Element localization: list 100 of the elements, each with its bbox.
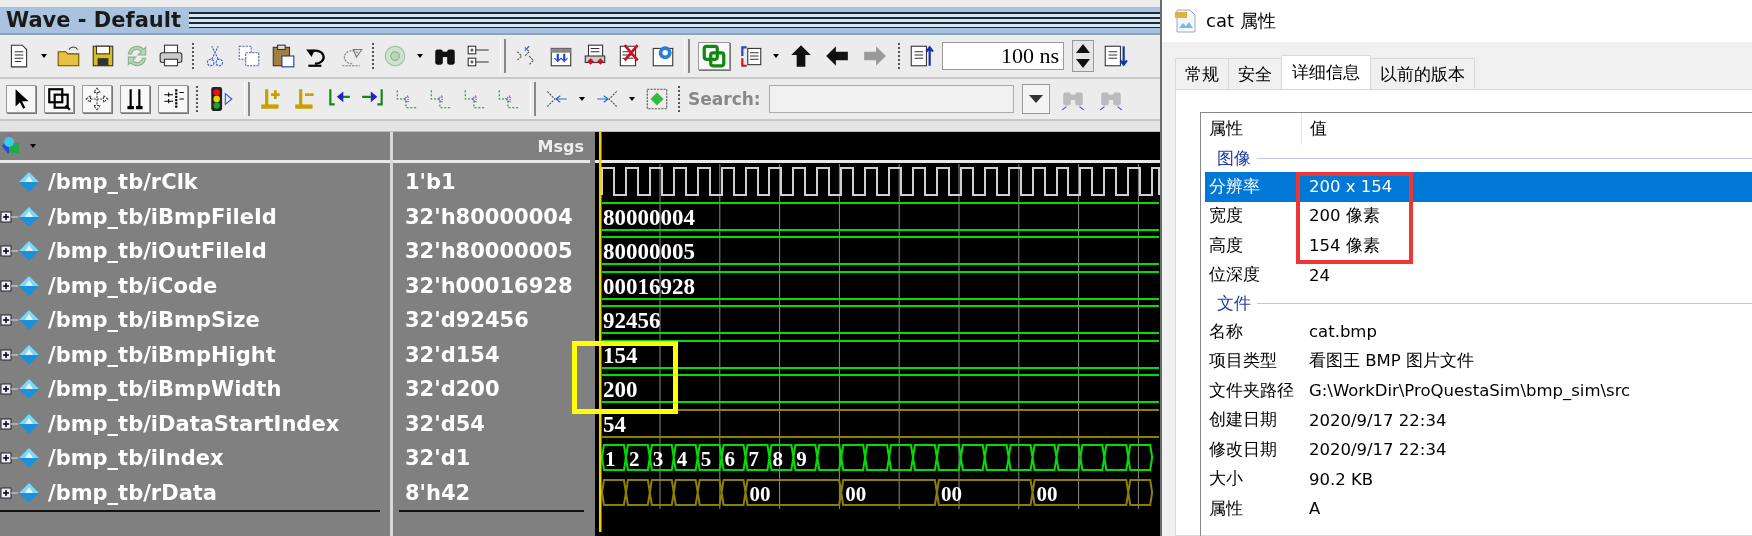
search-field[interactable] [768, 84, 1014, 113]
signal-icon [18, 481, 40, 504]
property-name: 位深度 [1208, 264, 1261, 287]
wave-value: 1 [605, 447, 616, 471]
signal-icon [18, 205, 40, 228]
wave-value: 5 [700, 447, 712, 471]
wave-value: 00 [845, 482, 867, 506]
signal-value: 32'h00016928 [405, 273, 573, 298]
column-header[interactable]: 属性 [1205, 113, 1302, 145]
signal-name[interactable]: /bmp_tb/iBmpFileId [48, 204, 277, 229]
wave-value: 00016928 [603, 274, 695, 299]
pointer-icon[interactable] [6, 84, 36, 113]
signal-value: 32'h80000004 [405, 204, 573, 229]
property-name: 修改日期 [1208, 438, 1278, 461]
wave-value: 3 [652, 447, 664, 471]
property-value: A [1308, 499, 1321, 519]
sort-icon[interactable] [738, 43, 764, 70]
property-value: 200 像素 [1308, 205, 1380, 228]
signal-value: 32'd154 [405, 342, 500, 367]
cursor-line[interactable] [599, 132, 602, 532]
signal-value: 1'b1 [405, 170, 456, 195]
property-name: 名称 [1208, 320, 1244, 343]
signal-icon [18, 378, 40, 401]
signal-value: 32'd54 [405, 411, 485, 436]
signal-name[interactable]: /bmp_tb/iBmpWidth [48, 377, 282, 402]
tab[interactable]: 常规 [1175, 58, 1229, 89]
signal-name[interactable]: /bmp_tb/iBmpHight [48, 342, 276, 367]
wave-value: 00 [940, 482, 962, 506]
signal-value: 32'h80000005 [405, 239, 573, 264]
tab[interactable]: 详细信息 [1281, 55, 1371, 89]
dropdown-button[interactable] [1021, 83, 1050, 114]
property-value: 200 x 154 [1308, 177, 1393, 197]
wave-value: 00 [749, 482, 771, 506]
signal-icon [18, 274, 40, 297]
signal-icon [18, 309, 40, 332]
move-icon[interactable] [82, 84, 112, 113]
property-name: 创建日期 [1208, 409, 1278, 432]
property-name: 分辨率 [1208, 175, 1261, 198]
group-header: 文件 [1217, 292, 1251, 315]
spinner-button[interactable] [1072, 40, 1094, 73]
wave-value: 92456 [603, 308, 661, 333]
signal-value: 32'd200 [405, 377, 500, 402]
toolbar-separator [196, 85, 198, 112]
signal-name[interactable]: /bmp_tb/iDataStartIndex [48, 411, 340, 436]
wave-value: 9 [796, 447, 807, 471]
search-label: Search: [688, 88, 761, 109]
wave-value: 7 [748, 447, 759, 471]
signal-value: 32'd1 [405, 446, 471, 471]
paste-icon[interactable] [270, 43, 296, 70]
column-header[interactable]: 值 [1302, 118, 1327, 140]
window-title: Wave - Default [5, 8, 183, 33]
property-value: 90.2 KB [1308, 469, 1374, 489]
toolbar-grip[interactable] [530, 81, 536, 116]
signal-icon [18, 343, 40, 366]
signal-icon [18, 240, 40, 263]
property-name: 文件夹路径 [1208, 379, 1295, 402]
signal-name[interactable]: /bmp_tb/iOutFileId [48, 239, 267, 264]
toolbar-grip[interactable] [684, 39, 690, 74]
toolbar-separator [898, 43, 900, 70]
tab[interactable]: 以前的版本 [1370, 58, 1475, 89]
toolbar-separator [192, 43, 194, 70]
wave-value: 8 [772, 447, 783, 471]
toolbar-grip[interactable] [500, 39, 506, 74]
signal-name[interactable]: /bmp_tb/rData [48, 480, 218, 505]
signal-name[interactable]: /bmp_tb/rClk [48, 170, 198, 195]
signal-icon [18, 171, 40, 194]
property-value: 2020/9/17 22:34 [1308, 440, 1447, 460]
cursor-icon[interactable] [120, 84, 150, 113]
signal-name[interactable]: /bmp_tb/iIndex [48, 446, 224, 471]
wave-value: 200 [603, 377, 638, 402]
zoom-box-icon[interactable] [44, 84, 74, 113]
toolbar-separator [678, 85, 680, 112]
dialog-title: cat 属性 [1206, 9, 1276, 33]
property-value: 2020/9/17 22:34 [1308, 410, 1447, 430]
property-value: G:\WorkDir\ProQuestaSim\bmp_sim\src [1308, 381, 1631, 401]
group-header: 图像 [1217, 147, 1251, 170]
property-name: 高度 [1208, 234, 1244, 257]
step-icon[interactable] [158, 84, 188, 113]
caret-icon [1027, 93, 1044, 104]
signal-value: 32'd92456 [405, 308, 529, 333]
property-name: 宽度 [1208, 205, 1244, 228]
signal-name[interactable]: /bmp_tb/iBmpSize [48, 308, 260, 333]
signal-name[interactable]: /bmp_tb/iCode [48, 273, 218, 298]
signal-value: 8'h42 [405, 480, 471, 505]
wave-value: 80000005 [603, 239, 695, 264]
column-header: Msgs [537, 136, 584, 156]
property-value: 154 像素 [1308, 234, 1380, 257]
property-value: cat.bmp [1308, 322, 1377, 342]
wave-value: 2 [628, 447, 640, 471]
toolbar-grip[interactable] [244, 81, 250, 116]
image-file-icon [1174, 8, 1198, 34]
selected-row[interactable]: 分辨率 200 x 154 [1205, 172, 1752, 202]
wave-value: 6 [724, 447, 736, 471]
property-value: 24 [1308, 265, 1330, 285]
wave-value: 80000004 [603, 205, 695, 230]
wave-value: 54 [603, 412, 626, 437]
time-field[interactable]: 100 ns [942, 42, 1064, 71]
property-name: 大小 [1208, 468, 1244, 491]
window-icon[interactable] [698, 42, 730, 71]
property-name: 属性 [1208, 497, 1244, 520]
